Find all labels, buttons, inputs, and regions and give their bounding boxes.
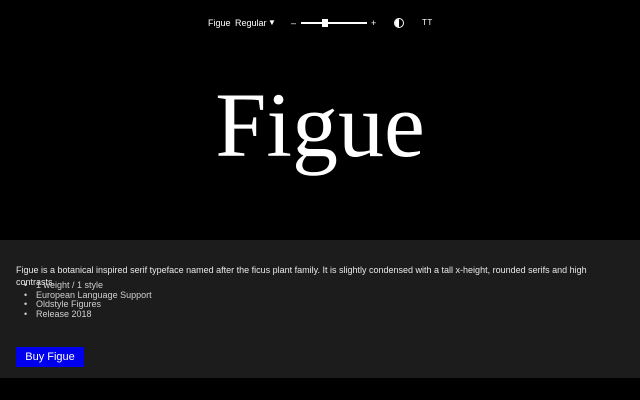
style-select[interactable]: Regular [235,16,267,30]
case-toggle-button[interactable]: TT [422,16,433,30]
caret-down-icon[interactable]: ▼ [268,16,276,30]
list-item: Release 2018 [24,309,152,320]
contrast-icon[interactable] [394,18,404,28]
buy-button[interactable]: Buy Figue [16,347,84,367]
specimen-text[interactable]: Figue [0,70,640,180]
contrast-fill [395,19,399,27]
font-size-slider[interactable] [301,19,367,27]
size-increase-button[interactable]: + [371,16,376,30]
size-decrease-button[interactable]: – [291,16,296,30]
info-panel: Figue is a botanical inspired serif type… [0,240,640,378]
type-tester-toolbar: Figue Regular ▼ – + TT [0,16,640,30]
footer-strip [0,378,640,400]
hero-section: Figue Regular ▼ – + TT Figue [0,0,640,240]
slider-handle[interactable] [322,19,328,27]
font-name-label: Figue [208,18,231,28]
feature-list: 1 weight / 1 style European Language Sup… [24,280,152,320]
